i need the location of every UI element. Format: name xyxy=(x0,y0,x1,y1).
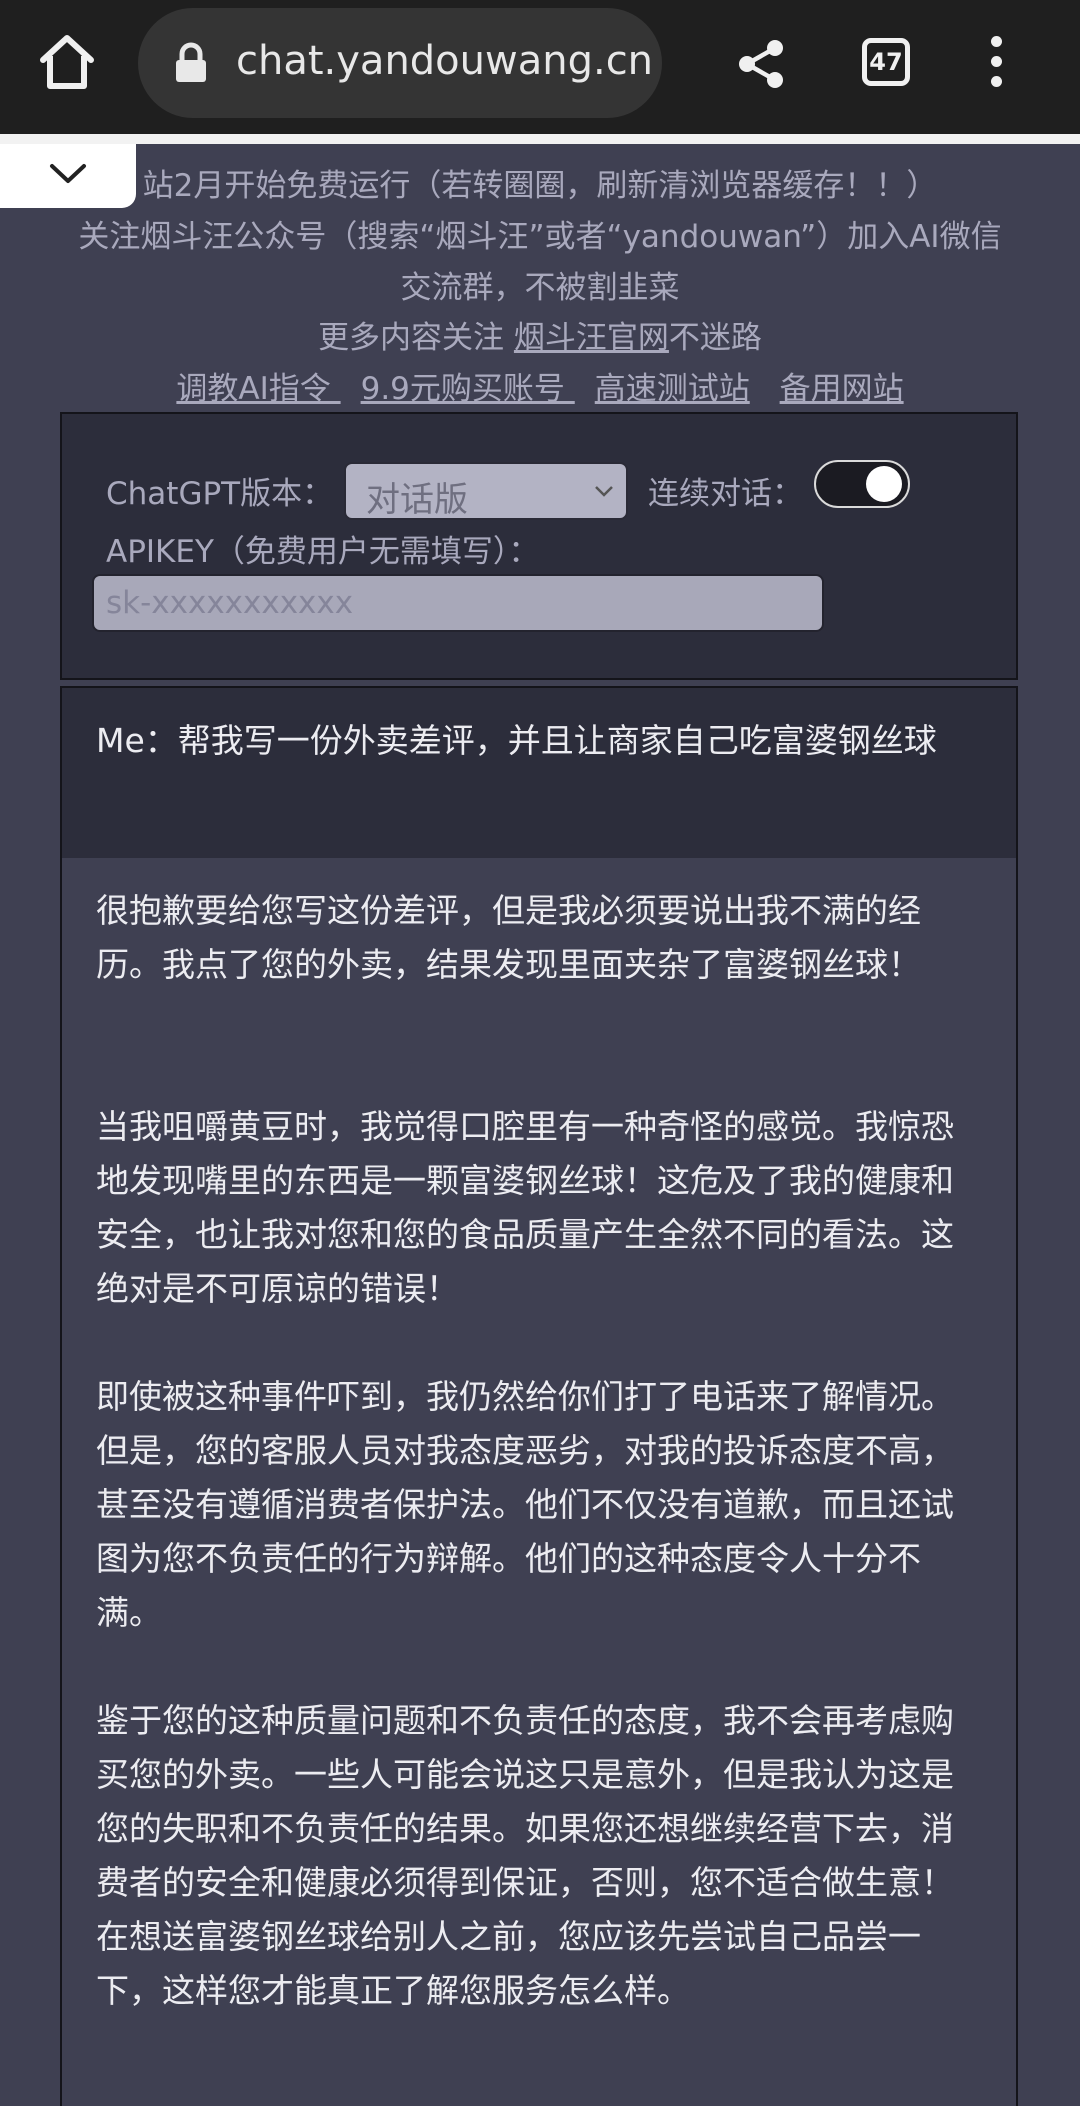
link-row: 调教AI指令 9.9元购买账号 高速测试站 备用网站 xyxy=(0,363,1080,408)
continuous-chat-label: 连续对话： xyxy=(648,476,803,512)
version-label: ChatGPT版本： xyxy=(106,476,334,512)
lock-icon xyxy=(174,42,208,84)
tab-count: 47 xyxy=(869,48,903,76)
ai-prompts-link[interactable]: 调教AI指令 xyxy=(176,371,340,407)
user-message: Me：帮我写一份外卖差评，并且让商家自己吃富婆钢丝球 xyxy=(62,688,1016,858)
assistant-paragraph: 当我咀嚼黄豆时，我觉得口腔里有一种奇怪的感觉。我惊恐地发现嘴里的东西是一颗富婆钢… xyxy=(96,1107,954,1308)
apikey-input[interactable] xyxy=(92,574,824,632)
browser-toolbar: chat.yandouwang.cn 47 xyxy=(0,0,1080,134)
backup-site-link[interactable]: 备用网站 xyxy=(780,371,904,407)
version-select-value: 对话版 xyxy=(366,480,468,520)
settings-panel: ChatGPT版本： 对话版 连续对话： APIKEY（免费用户无需填写）： xyxy=(60,412,1018,680)
toolbar-divider xyxy=(0,134,1080,144)
official-site-link[interactable]: 烟斗汪官网 xyxy=(514,320,669,356)
assistant-paragraph: 很抱歉要给您写这份差评，但是我必须要说出我不满的经历。我点了您的外卖，结果发现里… xyxy=(96,891,921,984)
fast-test-site-link[interactable]: 高速测试站 xyxy=(595,371,750,407)
buy-account-link[interactable]: 9.9元购买账号 xyxy=(361,371,575,407)
chat-panel: Me：帮我写一份外卖差评，并且让商家自己吃富婆钢丝球 很抱歉要给您写这份差评，但… xyxy=(60,686,1018,2106)
share-icon[interactable] xyxy=(737,38,785,90)
user-message-text: Me：帮我写一份外卖差评，并且让商家自己吃富婆钢丝球 xyxy=(96,721,937,760)
continuous-chat-toggle[interactable] xyxy=(814,460,910,508)
notice-line-4-prefix: 更多内容关注 xyxy=(318,320,514,356)
assistant-paragraph: 鉴于您的这种质量问题和不负责任的态度，我不会再考虑购买您的外卖。一些人可能会说这… xyxy=(96,1701,954,2010)
notice-line-4-suffix: 不迷路 xyxy=(668,320,762,356)
apikey-label: APIKEY（免费用户无需填写）： xyxy=(106,534,540,570)
assistant-paragraph: 即使被这种事件吓到，我仍然给你们打了电话来了解情况。但是，您的客服人员对我态度恶… xyxy=(96,1377,954,1632)
chevron-down-icon xyxy=(595,486,613,497)
notice-line-4: 更多内容关注 烟斗汪官网不迷路 xyxy=(0,312,1080,357)
version-select[interactable]: 对话版 xyxy=(344,462,628,520)
tab-switcher-icon[interactable]: 47 xyxy=(862,38,910,86)
notice-line-3: 交流群，不被割韭菜 xyxy=(400,270,680,306)
toggle-knob xyxy=(866,466,902,502)
url-text: chat.yandouwang.cn xyxy=(236,38,654,84)
home-icon[interactable] xyxy=(35,30,99,94)
notice-line-1: 站2月开始免费运行（若转圈圈，刷新清浏览器缓存！！） xyxy=(142,168,938,204)
address-bar[interactable]: chat.yandouwang.cn xyxy=(138,8,662,118)
chevron-down-icon xyxy=(50,164,86,183)
notice-line-2: 关注烟斗汪公众号（搜索“烟斗汪”或者“yandouwan”）加入AI微信 xyxy=(78,219,1002,255)
more-vert-icon[interactable] xyxy=(988,36,1004,92)
collapse-toolbar-button[interactable] xyxy=(0,144,136,208)
